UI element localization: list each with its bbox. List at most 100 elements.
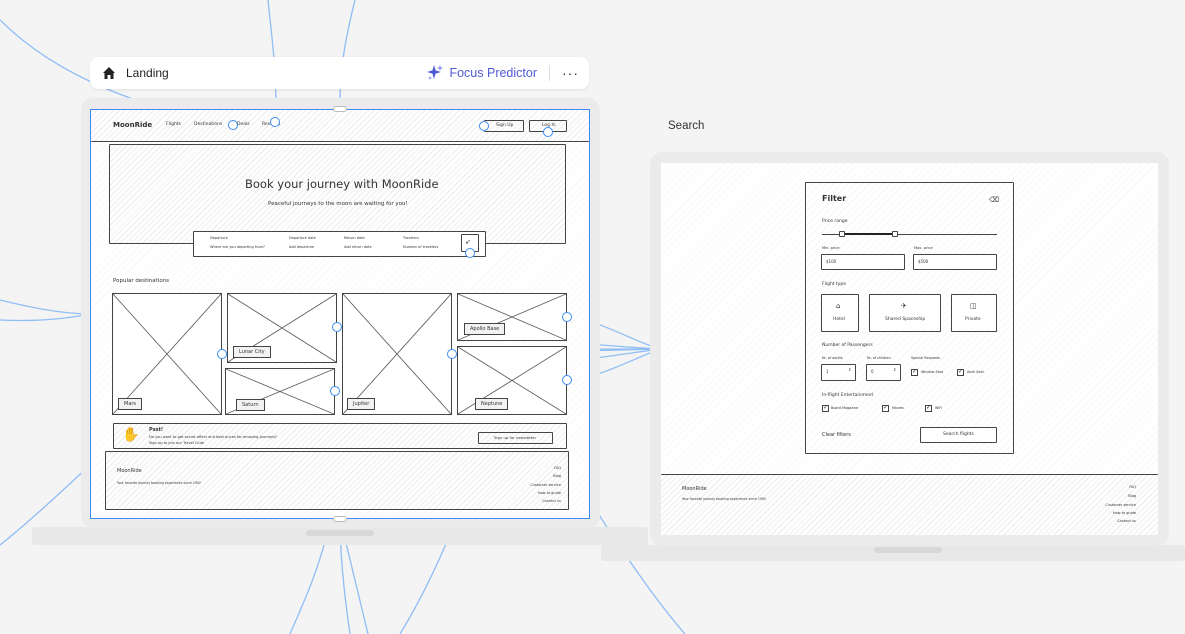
nav-link-destinations[interactable]: Destinations <box>194 122 222 128</box>
destination-tag-jupiter: Jupiter <box>347 398 376 410</box>
filter-title: Filter <box>822 194 847 203</box>
price-range-min-thumb[interactable] <box>839 231 845 237</box>
selection-bottom-handle[interactable] <box>333 516 347 522</box>
booking-search-bar <box>193 231 486 257</box>
connection-handle[interactable] <box>479 121 489 131</box>
connection-handle[interactable] <box>543 127 553 137</box>
search-footer-link-faq[interactable]: FAQ <box>1129 485 1136 490</box>
hotel-icon: ⌂ <box>836 302 841 310</box>
flight-type-private-label: Private <box>965 317 981 322</box>
landing-footer-link-blog[interactable]: Blog <box>553 474 561 479</box>
wifi-label: WiFi <box>935 406 942 410</box>
travelers-input[interactable]: Number of travelers <box>403 245 438 250</box>
left-laptop-hinge <box>306 530 374 536</box>
newsletter-line-2: Sign up to join our Travel Club! <box>149 441 205 445</box>
search-footer-link-contact[interactable]: Contact us <box>1117 519 1136 524</box>
travelers-label: Travelers <box>403 236 419 240</box>
flight-type-shared-label: Shared Spaceship <box>885 317 926 322</box>
more-icon[interactable]: ··· <box>562 65 579 81</box>
destinations-heading: Popular destinations <box>113 278 170 284</box>
page-title[interactable]: Landing <box>126 66 169 80</box>
min-price-label: Min. price <box>822 246 840 250</box>
landing-logo[interactable]: MoonRide <box>113 122 152 129</box>
movies-checkbox[interactable]: ✓ <box>882 405 889 412</box>
flight-type-hotel[interactable] <box>821 294 859 332</box>
return-date-label: Return date <box>344 236 365 240</box>
destination-tag-lunar-city: Lunar City <box>233 346 271 358</box>
landing-footer-link-customer-service[interactable]: Customer service <box>530 483 561 488</box>
adults-label: Nr. of adults <box>822 356 843 360</box>
aisle-seat-label: Aisle Seat <box>967 370 984 374</box>
connection-handle[interactable] <box>332 322 342 332</box>
connection-handle[interactable] <box>562 312 572 322</box>
clear-filters-link[interactable]: Clear filters <box>822 433 851 438</box>
flight-type-label: Flight type <box>822 282 847 287</box>
wifi-checkbox[interactable]: ✓ <box>925 405 932 412</box>
connection-handle[interactable] <box>447 349 457 359</box>
search-frame-label[interactable]: Search <box>668 120 704 132</box>
search-footer-link-customer-service[interactable]: Customer service <box>1105 503 1136 508</box>
passengers-label: Number of Passengers <box>822 343 873 348</box>
adults-stepper-arrows[interactable]: ⇕ <box>848 368 851 372</box>
destination-tag-apollo-base: Apollo Base <box>464 323 506 335</box>
landing-screen[interactable]: MoonRide Flights Destinations Deals Revi… <box>91 110 589 518</box>
children-stepper-arrows[interactable]: ⇕ <box>893 368 896 372</box>
focus-predictor-button[interactable]: Focus Predictor <box>426 64 537 82</box>
aisle-seat-checkbox[interactable]: ✓ <box>957 369 964 376</box>
landing-footer-link-how-to-guide[interactable]: How to guide <box>538 491 561 496</box>
sign-up-label: Sign Up <box>496 123 514 128</box>
window-seat-checkbox[interactable]: ✓ <box>911 369 918 376</box>
hero-title: Book your journey with MoonRide <box>245 177 439 191</box>
price-range-fill <box>842 233 896 235</box>
flight-type-hotel-label: Hotel <box>833 317 845 322</box>
destination-card-mars[interactable] <box>112 293 222 415</box>
departure-input[interactable]: Where are you departing from? <box>210 245 265 250</box>
connection-handle[interactable] <box>562 375 572 385</box>
destination-tag-mars: Mars <box>118 398 143 410</box>
connection-handle[interactable] <box>465 248 475 258</box>
destination-card-neptune[interactable] <box>457 346 567 415</box>
connection-handle[interactable] <box>330 386 340 396</box>
board-magazine-label: Board Magazine <box>831 406 859 410</box>
connection-handle[interactable] <box>228 120 238 130</box>
filter-clear-icon[interactable]: ⌫ <box>989 197 999 204</box>
private-icon: ◫ <box>970 302 977 310</box>
destination-card-jupiter[interactable] <box>342 293 452 415</box>
departure-label: Departure <box>210 236 228 240</box>
connection-handle[interactable] <box>217 349 227 359</box>
entertainment-label: In-flight Entertainment <box>822 393 874 398</box>
search-footer-tagline: Your favorite journey booking experience… <box>682 497 766 501</box>
children-label: Nr. of children <box>867 356 891 360</box>
flight-type-private[interactable] <box>951 294 997 332</box>
search-footer-link-how-to-guide[interactable]: How to guide <box>1113 511 1136 516</box>
nav-link-deals[interactable]: Deals <box>237 122 250 128</box>
price-range-max-thumb[interactable] <box>892 231 898 237</box>
home-icon[interactable] <box>100 64 118 82</box>
return-date-input[interactable]: Add return date <box>344 245 372 250</box>
movies-label: Movies <box>892 406 904 410</box>
newsletter-title: Psst! <box>149 427 164 433</box>
search-footer-link-blog[interactable]: Blog <box>1128 494 1136 499</box>
destination-tag-neptune: Neptune <box>475 398 509 410</box>
departure-date-label: Departure date <box>289 236 316 240</box>
right-laptop-hinge <box>874 547 942 553</box>
landing-footer-link-contact[interactable]: Contact us <box>542 499 561 504</box>
board-magazine-checkbox[interactable]: ✓ <box>822 405 829 412</box>
search-footer <box>661 474 1158 535</box>
connection-handle[interactable] <box>270 117 280 127</box>
landing-footer-link-faq[interactable]: FAQ <box>554 466 561 471</box>
toolbar-divider <box>549 65 550 81</box>
search-flights-label: Search flights <box>943 432 974 437</box>
landing-footer-brand: MoonRide <box>117 468 142 474</box>
hero-subtitle: Peaceful journeys to the moon are waitin… <box>268 201 408 207</box>
nav-link-flights[interactable]: Flights <box>166 122 181 128</box>
destination-tag-saturn: Saturn <box>236 399 265 411</box>
rocket-icon: ➶ <box>465 238 471 246</box>
focus-predictor-label: Focus Predictor <box>449 66 537 80</box>
spaceship-icon: ✈ <box>901 302 907 310</box>
price-range-label: Price range <box>822 219 848 224</box>
selection-top-handle[interactable] <box>333 106 347 112</box>
flight-type-shared-spaceship[interactable] <box>869 294 941 332</box>
departure-date-input[interactable]: Add departure <box>289 245 314 250</box>
search-screen[interactable]: Filter ⌫ Price range Min. price $100 Max… <box>661 163 1158 535</box>
